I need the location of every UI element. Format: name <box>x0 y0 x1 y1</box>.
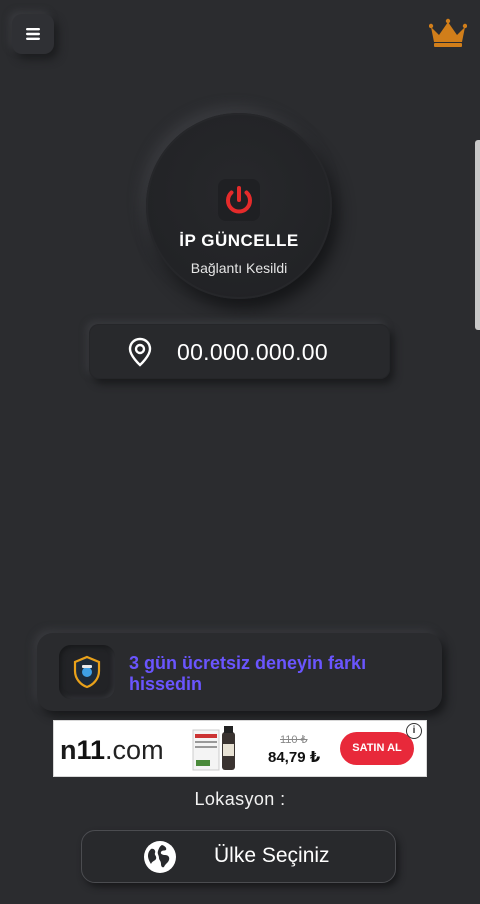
connect-button[interactable]: İP GÜNCELLE Bağlantı Kesildi <box>146 113 332 299</box>
hamburger-menu-icon <box>26 28 40 40</box>
connection-status: Bağlantı Kesildi <box>190 260 288 276</box>
location-pin-icon <box>128 337 152 367</box>
ip-address-box: 00.000.000.00 <box>89 324 390 379</box>
promo-badge <box>59 645 115 699</box>
ad-old-price: 110 ₺ <box>280 734 308 746</box>
crown-icon[interactable] <box>429 18 467 48</box>
ad-product-image <box>192 726 235 771</box>
side-scroll-handle[interactable] <box>475 140 480 330</box>
globe-icon <box>144 841 176 873</box>
ad-brand-highlight: 11 <box>76 735 106 765</box>
ad-brand-prefix: n <box>60 735 77 765</box>
ad-brand-logo: n11.com <box>60 735 164 766</box>
connect-title: İP GÜNCELLE <box>179 231 299 250</box>
free-trial-text: 3 gün ücretsiz deneyin farkı hissedin <box>129 653 367 694</box>
ad-brand-suffix: .com <box>105 735 164 765</box>
ad-info-icon[interactable]: i <box>406 723 422 739</box>
menu-button[interactable] <box>12 14 54 54</box>
free-trial-banner[interactable]: 3 gün ücretsiz deneyin farkı hissedin <box>37 633 442 711</box>
vpn-shield-icon <box>73 655 101 689</box>
select-country-label: Ülke Seçiniz <box>214 844 330 867</box>
ad-new-price: 84,79 ₺ <box>268 749 321 766</box>
ip-address-value: 00.000.000.00 <box>177 339 328 365</box>
select-country-button[interactable]: Ülke Seçiniz <box>81 830 396 883</box>
advertisement-banner[interactable]: n11.com 110 ₺ 84,79 ₺ SATIN AL i <box>53 720 427 777</box>
power-icon <box>218 179 260 221</box>
ad-buy-button[interactable]: SATIN AL <box>340 732 414 765</box>
location-label: Lokasyon : <box>194 789 286 809</box>
